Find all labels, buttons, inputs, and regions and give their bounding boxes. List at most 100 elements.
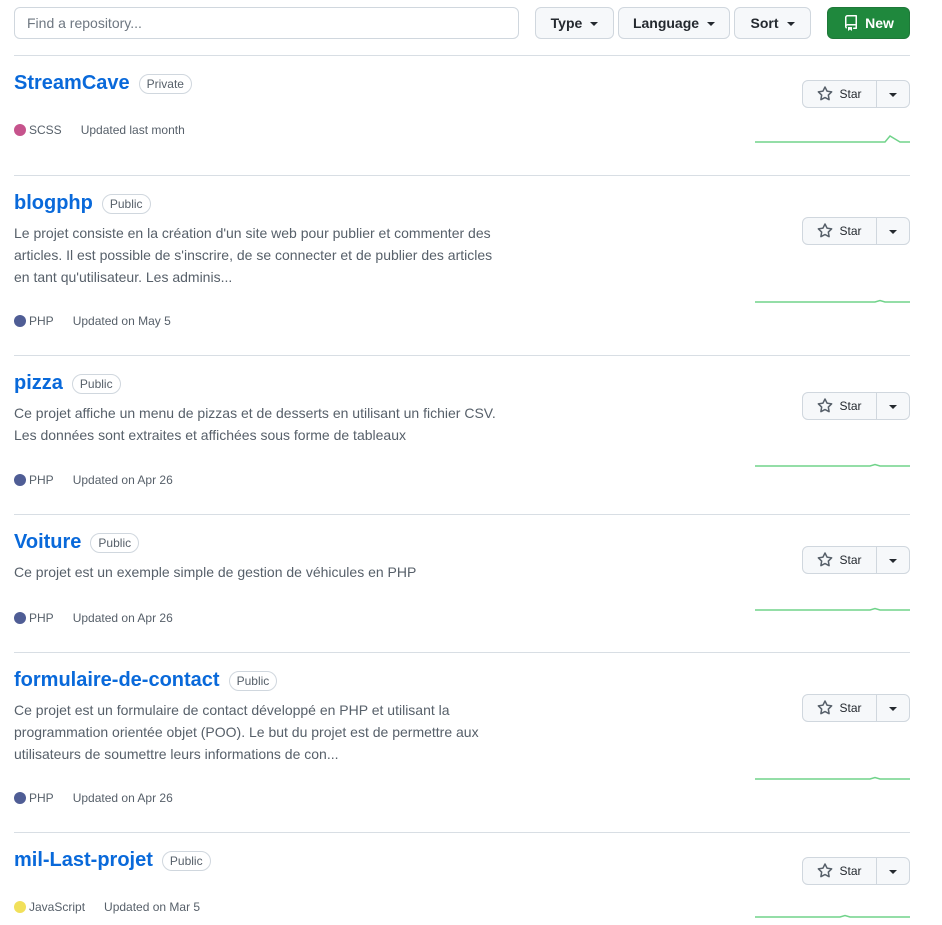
updated-text: Updated last month bbox=[80, 123, 185, 137]
repo-item: Voiture Public Ce projet est un exemple si… bbox=[14, 515, 910, 653]
language-name: PHP bbox=[29, 791, 54, 805]
chevron-down-icon bbox=[889, 559, 897, 563]
language-name: JavaScript bbox=[29, 900, 86, 914]
repo-name-link[interactable]: StreamCave bbox=[14, 72, 130, 95]
repo-title-row: formulaire-de-contact Public bbox=[14, 669, 278, 692]
language-filter-label: Language bbox=[632, 15, 700, 31]
repo-meta: SCSS Updated last month bbox=[14, 123, 185, 137]
repo-title-row: Voiture Public bbox=[14, 531, 140, 554]
star-list-dropdown[interactable] bbox=[877, 218, 909, 244]
activity-sparkline bbox=[755, 299, 910, 303]
star-label: Star bbox=[839, 224, 862, 238]
activity-sparkline bbox=[755, 607, 910, 611]
star-list-dropdown[interactable] bbox=[877, 695, 909, 721]
visibility-badge: Public bbox=[161, 850, 211, 871]
star-list-dropdown[interactable] bbox=[877, 858, 909, 884]
repo-meta: PHP Updated on May 5 bbox=[14, 314, 171, 328]
search-input[interactable] bbox=[14, 7, 519, 39]
sort-filter-label: Sort bbox=[750, 15, 779, 31]
updated-text: Updated on Apr 26 bbox=[72, 473, 173, 487]
repo-name-link[interactable]: formulaire-de-contact bbox=[14, 669, 220, 692]
visibility-badge: Public bbox=[71, 373, 121, 394]
star-icon bbox=[818, 223, 833, 238]
chevron-down-icon bbox=[889, 870, 897, 874]
chevron-down-icon bbox=[889, 405, 897, 409]
star-label: Star bbox=[839, 87, 862, 101]
sort-filter-button[interactable]: Sort bbox=[734, 7, 811, 39]
chevron-down-icon bbox=[707, 22, 716, 26]
language-color-dot bbox=[14, 612, 26, 624]
type-filter-button[interactable]: Type bbox=[535, 7, 614, 39]
language-color-dot bbox=[14, 901, 26, 913]
type-filter-label: Type bbox=[550, 15, 583, 31]
language-color-dot bbox=[14, 124, 26, 136]
star-icon bbox=[818, 86, 833, 101]
star-icon bbox=[818, 552, 833, 567]
star-button[interactable]: Star bbox=[803, 393, 877, 419]
activity-sparkline bbox=[755, 776, 910, 780]
star-button[interactable]: Star bbox=[803, 547, 877, 573]
language-color-dot bbox=[14, 792, 26, 804]
star-icon bbox=[818, 700, 833, 715]
repo-item: StreamCave Private SCSS Updated last month S… bbox=[14, 56, 910, 176]
star-list-dropdown[interactable] bbox=[877, 393, 909, 419]
star-button-group: Star bbox=[802, 80, 910, 108]
star-icon bbox=[818, 398, 833, 413]
repo-description: Ce projet affiche un menu de pizzas et d… bbox=[14, 405, 496, 443]
language-color-dot bbox=[14, 474, 26, 486]
updated-text: Updated on Mar 5 bbox=[104, 900, 201, 914]
visibility-badge: Public bbox=[228, 670, 278, 691]
repo-description: Ce projet est un exemple simple de gesti… bbox=[14, 564, 417, 580]
star-button-group: Star bbox=[802, 857, 910, 885]
star-label: Star bbox=[839, 701, 862, 715]
activity-sparkline bbox=[755, 914, 910, 918]
star-button-group: Star bbox=[802, 217, 910, 245]
repo-item: formulaire-de-contact Public Ce projet est… bbox=[14, 653, 910, 833]
repo-item: pizza Public Ce projet affiche un menu de … bbox=[14, 356, 910, 515]
repo-meta: PHP Updated on Apr 26 bbox=[14, 473, 173, 487]
repo-name-link[interactable]: blogphp bbox=[14, 192, 93, 215]
repo-meta: JavaScript Updated on Mar 5 bbox=[14, 900, 200, 914]
language-name: SCSS bbox=[29, 123, 62, 137]
repo-title-row: blogphp Public bbox=[14, 192, 151, 215]
new-repository-button[interactable]: New bbox=[827, 7, 910, 39]
language-name: PHP bbox=[29, 611, 54, 625]
activity-sparkline bbox=[755, 135, 910, 143]
repo-title-row: StreamCave Private bbox=[14, 72, 192, 95]
repo-name-link[interactable]: pizza bbox=[14, 372, 63, 395]
star-label: Star bbox=[839, 864, 862, 878]
updated-text: Updated on May 5 bbox=[72, 314, 171, 328]
chevron-down-icon bbox=[590, 22, 599, 26]
star-list-dropdown[interactable] bbox=[877, 547, 909, 573]
star-button[interactable]: Star bbox=[803, 81, 877, 107]
star-button[interactable]: Star bbox=[803, 218, 877, 244]
language-filter-button[interactable]: Language bbox=[618, 7, 730, 39]
repo-name-link[interactable]: Voiture bbox=[14, 531, 81, 554]
star-icon bbox=[818, 863, 833, 878]
updated-text: Updated on Apr 26 bbox=[72, 791, 173, 805]
new-button-label: New bbox=[865, 15, 894, 31]
chevron-down-icon bbox=[889, 707, 897, 711]
star-list-dropdown[interactable] bbox=[877, 81, 909, 107]
updated-text: Updated on Apr 26 bbox=[72, 611, 173, 625]
repo-name-link[interactable]: mil-Last-projet bbox=[14, 849, 153, 872]
star-button-group: Star bbox=[802, 546, 910, 574]
chevron-down-icon bbox=[889, 93, 897, 97]
visibility-badge: Public bbox=[90, 532, 140, 553]
repo-item: mil-Last-projet Public JavaScript Updated o… bbox=[14, 833, 910, 925]
visibility-badge: Public bbox=[101, 193, 151, 214]
repo-item: blogphp Public Le projet consiste en la cr… bbox=[14, 176, 910, 356]
chevron-down-icon bbox=[889, 230, 897, 234]
activity-sparkline bbox=[755, 463, 910, 467]
language-name: PHP bbox=[29, 473, 54, 487]
repo-description: Le projet consiste en la création d'un s… bbox=[14, 225, 493, 285]
star-label: Star bbox=[839, 553, 862, 567]
repo-description: Ce projet est un formulaire de contact d… bbox=[14, 702, 479, 762]
language-color-dot bbox=[14, 315, 26, 327]
language-name: PHP bbox=[29, 314, 54, 328]
star-button-group: Star bbox=[802, 392, 910, 420]
repo-title-row: mil-Last-projet Public bbox=[14, 849, 211, 872]
repo-icon bbox=[845, 15, 858, 31]
star-button[interactable]: Star bbox=[803, 695, 877, 721]
star-button[interactable]: Star bbox=[803, 858, 877, 884]
